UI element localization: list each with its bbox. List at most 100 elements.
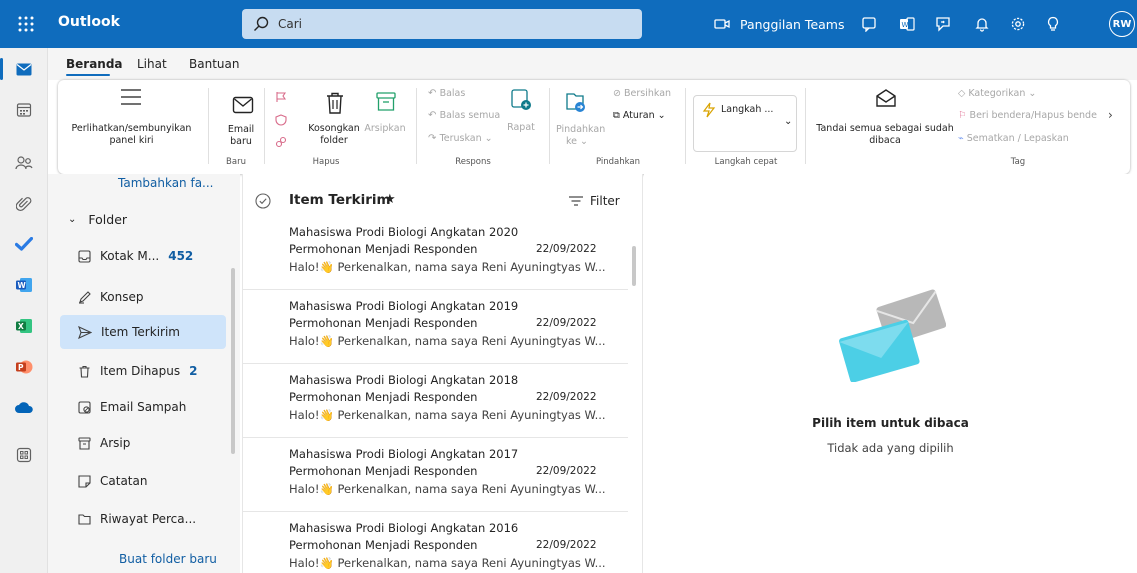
folder-item-inbox[interactable]: Kotak M... 452 xyxy=(60,239,226,273)
search-input[interactable] xyxy=(278,15,628,33)
ribbon-scroll-right-icon[interactable]: › xyxy=(1108,108,1113,122)
app-title[interactable]: Outlook xyxy=(58,14,120,30)
message-preview: Halo!👋 Perkenalkan, nama saya Reni Ayuni… xyxy=(289,260,606,274)
powerpoint-app-icon[interactable]: P xyxy=(10,353,38,381)
lightbulb-icon[interactable] xyxy=(1041,12,1065,36)
quick-step-item[interactable]: Langkah ... xyxy=(721,104,773,115)
hamburger-menu-icon xyxy=(121,89,141,105)
feedback-icon[interactable] xyxy=(931,12,955,36)
reply-all-button[interactable]: ↶ Balas semua xyxy=(428,110,500,122)
ribbon-separator xyxy=(416,88,417,164)
folder-label: Item Terkirim xyxy=(101,325,180,339)
message-sender: Mahasiswa Prodi Biologi Angkatan 2017 xyxy=(289,447,519,461)
sweep-button[interactable]: ⊘ Bersihkan xyxy=(613,88,671,100)
message-sender: Mahasiswa Prodi Biologi Angkatan 2020 xyxy=(289,225,519,239)
folder-item-deleted[interactable]: Item Dihapus 2 xyxy=(60,354,226,388)
folder-section-label: Folder xyxy=(88,212,128,227)
group-label-quick-steps: Langkah cepat xyxy=(714,157,778,167)
empty-folder-icon xyxy=(327,92,343,114)
meeting-button[interactable]: Rapat xyxy=(504,122,538,134)
tab-beranda[interactable]: Beranda xyxy=(66,57,123,71)
message-date: 22/09/2022 xyxy=(536,391,597,403)
empty-state-subtitle: Tidak ada yang dipilih xyxy=(827,441,954,455)
list-item[interactable]: Mahasiswa Prodi Biologi Angkatan 2020 Pe… xyxy=(243,216,628,290)
quick-steps-gallery[interactable]: Langkah ... ⌄ xyxy=(693,95,797,152)
message-date: 22/09/2022 xyxy=(536,243,597,255)
folder-item-chat-history[interactable]: Riwayat Perca... xyxy=(60,502,226,536)
list-title: Item Terkirim xyxy=(289,192,391,208)
settings-gear-icon[interactable] xyxy=(1006,12,1030,36)
word-icon[interactable]: W xyxy=(895,12,919,36)
new-email-button[interactable]: Email baru xyxy=(219,124,263,148)
list-item[interactable]: Mahasiswa Prodi Biologi Angkatan 2017 Pe… xyxy=(243,438,628,512)
mark-all-read-button[interactable]: Tandai semua sebagai sudah dibaca xyxy=(815,123,955,147)
toggle-left-pane-button[interactable]: Perlihatkan/sembunyikan panel kiri xyxy=(64,123,199,147)
teams-call-button[interactable]: Panggilan Teams xyxy=(714,12,844,36)
mark-read-envelope-icon xyxy=(876,89,896,107)
filter-icon xyxy=(569,196,583,206)
todo-check-icon[interactable] xyxy=(10,230,38,258)
folder-label: Catatan xyxy=(100,474,148,488)
quick-steps-dropdown-icon[interactable]: ⌄ xyxy=(784,116,792,127)
list-item[interactable]: Mahasiswa Prodi Biologi Angkatan 2016 Pe… xyxy=(243,512,628,573)
more-apps-icon[interactable] xyxy=(10,441,38,469)
folder-label: Kotak M... xyxy=(100,249,160,263)
svg-text:W: W xyxy=(902,21,909,29)
folder-item-sent[interactable]: Item Terkirim xyxy=(60,315,226,349)
unread-count-badge: 2 xyxy=(189,364,198,378)
folder-pane-scrollbar[interactable] xyxy=(231,268,235,454)
folder-label: Arsip xyxy=(100,436,131,450)
move-to-button[interactable]: Pindahkan ke ⌄ xyxy=(556,124,605,148)
tab-bantuan[interactable]: Bantuan xyxy=(189,57,239,71)
folder-item-archive[interactable]: Arsip xyxy=(60,426,226,460)
excel-app-icon[interactable]: X xyxy=(10,312,38,340)
video-call-icon xyxy=(714,19,730,29)
ribbon-separator xyxy=(805,88,806,164)
onedrive-icon[interactable] xyxy=(10,393,38,421)
active-tab-indicator xyxy=(66,74,110,76)
chat-history-icon xyxy=(78,513,91,525)
calendar-icon[interactable] xyxy=(10,96,38,124)
folder-item-junk[interactable]: Email Sampah xyxy=(60,390,226,424)
empty-folder-button[interactable]: Kosongkan folder xyxy=(302,123,366,147)
folder-item-drafts[interactable]: Konsep xyxy=(60,280,226,314)
attachment-icon[interactable] xyxy=(10,190,38,218)
tab-lihat[interactable]: Lihat xyxy=(137,57,167,71)
avatar[interactable]: RW xyxy=(1109,11,1135,37)
forward-button[interactable]: ↷ Teruskan ⌄ xyxy=(428,133,493,145)
message-date: 22/09/2022 xyxy=(536,465,597,477)
ribbon-tabs: Beranda Lihat Bantuan xyxy=(48,48,1137,80)
bell-icon[interactable] xyxy=(970,12,994,36)
message-list-pane: Item Terkirim ★ Filter Mahasiswa Prodi B… xyxy=(242,174,643,573)
archive-button[interactable]: Arsipkan xyxy=(363,123,407,135)
message-list-scrollbar[interactable] xyxy=(632,246,636,286)
group-label-new: Baru xyxy=(226,157,246,167)
add-favorite-link[interactable]: Tambahkan fa... xyxy=(118,176,214,190)
folder-item-notes[interactable]: Catatan xyxy=(60,464,226,498)
message-preview: Halo!👋 Perkenalkan, nama saya Reni Ayuni… xyxy=(289,408,606,422)
empty-envelopes-illustration-icon xyxy=(839,289,946,382)
create-new-folder-link[interactable]: Buat folder baru xyxy=(119,552,217,566)
mail-icon[interactable] xyxy=(10,55,38,83)
app-launcher-icon[interactable] xyxy=(12,10,40,38)
pin-button[interactable]: ⌁ Sematkan / Lepaskan xyxy=(958,133,1069,145)
search-box[interactable] xyxy=(242,9,642,39)
reply-button[interactable]: ↶ Balas xyxy=(428,88,465,100)
group-label-delete: Hapus xyxy=(312,157,340,167)
word-app-icon[interactable]: W xyxy=(10,271,38,299)
my-day-icon[interactable] xyxy=(857,12,881,36)
list-item[interactable]: Mahasiswa Prodi Biologi Angkatan 2018 Pe… xyxy=(243,364,628,438)
new-email-icon xyxy=(232,96,254,114)
folder-label: Item Dihapus xyxy=(100,364,181,378)
rules-button[interactable]: ⧉ Aturan ⌄ xyxy=(613,110,666,122)
flag-button[interactable]: ⚐ Beri bendera/Hapus bende xyxy=(958,110,1097,122)
ribbon-separator xyxy=(549,88,550,164)
select-all-checkbox-icon[interactable] xyxy=(255,193,271,209)
categorize-button[interactable]: ◇ Kategorikan ⌄ xyxy=(958,88,1036,100)
list-item[interactable]: Mahasiswa Prodi Biologi Angkatan 2019 Pe… xyxy=(243,290,628,364)
people-icon[interactable] xyxy=(10,149,38,177)
folder-section-header[interactable]: ⌄ Folder xyxy=(68,212,127,227)
filter-button[interactable]: Filter xyxy=(569,194,620,208)
outlook-window: Outlook Panggilan Teams W RW W X P Beran… xyxy=(0,0,1137,573)
favorite-star-icon[interactable]: ★ xyxy=(384,192,396,207)
